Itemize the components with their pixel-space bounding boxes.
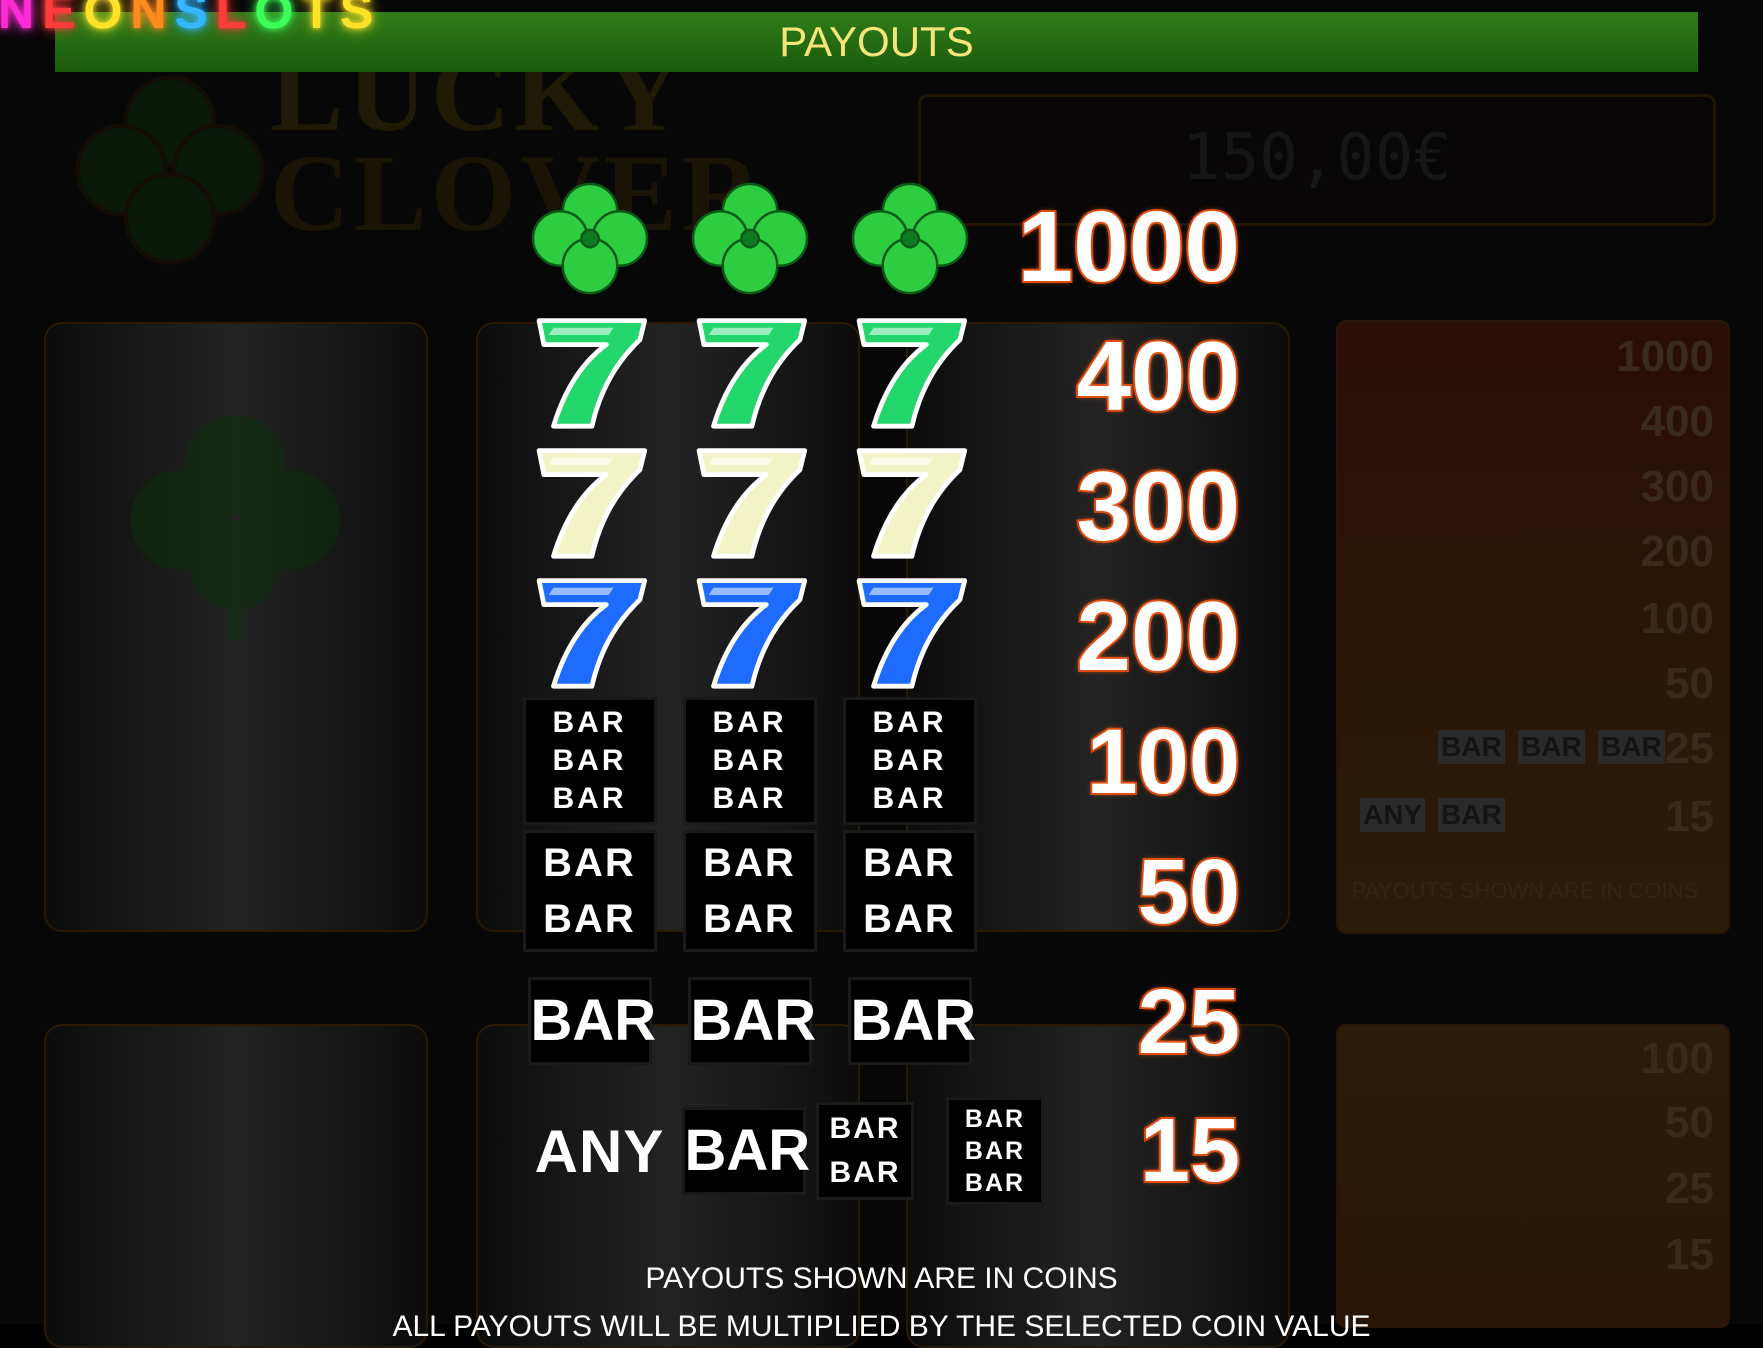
double-bar-icon: BAR BAR xyxy=(682,826,817,956)
bar-label: BAR xyxy=(872,744,947,777)
bar-label: BAR xyxy=(712,744,787,777)
bar-label: BAR xyxy=(863,841,956,885)
white-seven-icon xyxy=(522,436,657,566)
bar-label: BAR xyxy=(829,1156,901,1189)
bar-label: BAR xyxy=(850,988,977,1053)
bar-label: BAR xyxy=(964,1105,1026,1133)
blue-seven-icon xyxy=(522,566,657,696)
green-seven-icon xyxy=(842,306,977,436)
payout-value: 25 xyxy=(1136,969,1242,1075)
payout-row: 1000 xyxy=(0,176,1763,306)
any-label: ANY xyxy=(534,1117,665,1185)
payout-value: 50 xyxy=(1136,839,1242,945)
paytable: 1000 400 300 200 BAR BAR BAR BAR BAR BAR BAR BAR BAR… xyxy=(0,0,1763,1324)
payout-row: ANY BAR BAR BAR BAR BAR BAR 15 xyxy=(0,1086,1763,1216)
bar-label: BAR xyxy=(552,782,627,815)
single-bar-icon: BAR xyxy=(682,956,817,1086)
bar-label: BAR xyxy=(552,744,627,777)
payout-value: 1000 xyxy=(1016,189,1242,305)
payout-value: 15 xyxy=(1138,1099,1242,1203)
payout-value: 100 xyxy=(1085,709,1242,815)
bar-label: BAR xyxy=(703,841,796,885)
double-bar-icon: BAR BAR xyxy=(810,1086,920,1216)
payout-row: BAR BAR BAR BAR BAR BAR 50 xyxy=(0,826,1763,956)
clover-icon xyxy=(682,176,817,306)
double-bar-icon: BAR BAR xyxy=(522,826,657,956)
clover-icon xyxy=(842,176,977,306)
bar-label: BAR xyxy=(712,782,787,815)
bar-label: BAR xyxy=(872,706,947,739)
clover-icon xyxy=(522,176,657,306)
payout-note-coins: PAYOUTS SHOWN ARE IN COINS xyxy=(645,1262,1118,1295)
payout-row: BAR BAR BAR BAR BAR BAR BAR BAR BAR 100 xyxy=(0,696,1763,826)
single-bar-icon: BAR xyxy=(522,956,657,1086)
double-bar-icon: BAR BAR xyxy=(842,826,977,956)
bar-label: BAR xyxy=(712,706,787,739)
bar-label: BAR xyxy=(543,897,636,941)
white-seven-icon xyxy=(842,436,977,566)
payout-row: 200 xyxy=(0,566,1763,696)
payout-value: 200 xyxy=(1074,579,1242,693)
green-seven-icon xyxy=(682,306,817,436)
green-seven-icon xyxy=(522,306,657,436)
single-bar-icon: BAR xyxy=(842,956,977,1086)
payout-row: 400 xyxy=(0,306,1763,436)
bar-label: BAR xyxy=(684,1118,811,1183)
bar-label: BAR xyxy=(543,841,636,885)
white-seven-icon xyxy=(682,436,817,566)
bar-label: BAR xyxy=(964,1169,1026,1197)
single-bar-icon: BAR xyxy=(676,1086,811,1216)
payout-note-multiplier: ALL PAYOUTS WILL BE MULTIPLIED BY THE SE… xyxy=(392,1310,1371,1343)
bar-label: BAR xyxy=(690,988,817,1053)
triple-bar-icon: BAR BAR BAR xyxy=(522,696,657,826)
blue-seven-icon xyxy=(842,566,977,696)
bar-label: BAR xyxy=(530,988,657,1053)
bar-label: BAR xyxy=(964,1137,1026,1165)
blue-seven-icon xyxy=(682,566,817,696)
bar-label: BAR xyxy=(552,706,627,739)
bar-label: BAR xyxy=(703,897,796,941)
triple-bar-icon: BAR BAR BAR xyxy=(940,1086,1050,1216)
bar-label: BAR xyxy=(863,897,956,941)
bar-label: BAR xyxy=(829,1112,901,1145)
payout-value: 400 xyxy=(1074,319,1242,433)
payout-value: 300 xyxy=(1074,449,1242,563)
payout-row: 300 xyxy=(0,436,1763,566)
triple-bar-icon: BAR BAR BAR xyxy=(842,696,977,826)
bar-label: BAR xyxy=(872,782,947,815)
triple-bar-icon: BAR BAR BAR xyxy=(682,696,817,826)
payout-row: BAR BAR BAR 25 xyxy=(0,956,1763,1086)
